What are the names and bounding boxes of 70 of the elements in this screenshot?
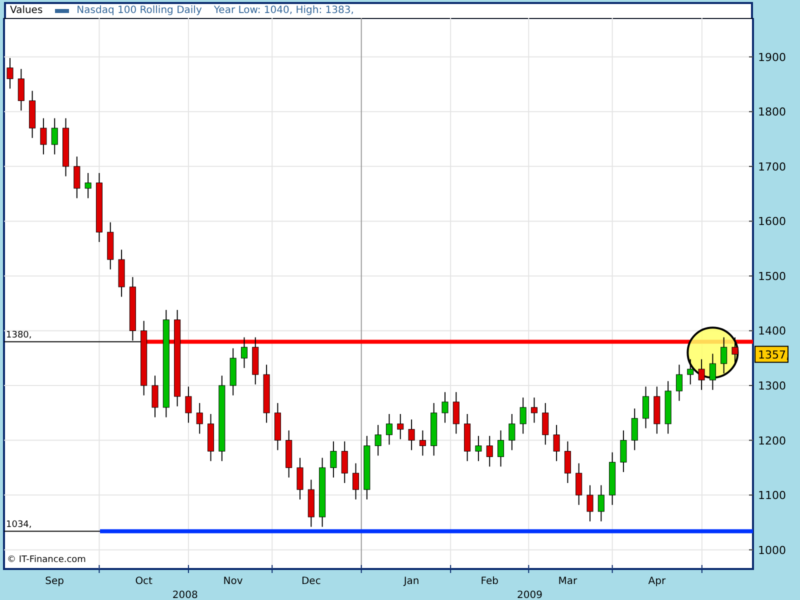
level-label: 1380, bbox=[6, 330, 32, 341]
y-axis-label: 1700 bbox=[758, 160, 786, 174]
candlestick bbox=[542, 402, 549, 446]
legend-swatch bbox=[54, 9, 69, 13]
y-axis-label: 1300 bbox=[758, 380, 786, 393]
candlestick bbox=[419, 430, 426, 456]
candlestick bbox=[553, 424, 560, 462]
candlestick bbox=[576, 462, 582, 506]
candlestick bbox=[564, 440, 571, 484]
y-axis-label: 1100 bbox=[758, 489, 786, 502]
candlestick bbox=[486, 435, 493, 468]
x-axis-label: Apr bbox=[648, 576, 666, 587]
level-label: 1034, bbox=[6, 520, 32, 530]
candlestick bbox=[74, 156, 80, 199]
candlestick bbox=[152, 375, 158, 418]
candlestick bbox=[620, 430, 627, 473]
candlestick bbox=[386, 413, 392, 446]
legend-title: Values bbox=[10, 6, 43, 16]
candlestick bbox=[498, 430, 504, 468]
y-axis-label: 1600 bbox=[758, 215, 786, 228]
candlestick bbox=[475, 435, 482, 462]
candlestick bbox=[732, 336, 738, 365]
candlestick bbox=[296, 457, 304, 500]
candlestick bbox=[530, 397, 538, 424]
y-axis-label: 1900 bbox=[758, 50, 786, 64]
x-axis-label: Feb bbox=[480, 576, 498, 587]
x-axis-label: Sep bbox=[45, 576, 64, 587]
x-axis-label: Oct bbox=[135, 576, 152, 587]
y-axis-label: 1500 bbox=[758, 270, 786, 283]
candlestick bbox=[520, 397, 526, 434]
last-price-tag: 1357, bbox=[754, 346, 790, 363]
candlestick bbox=[598, 484, 604, 522]
candlestick bbox=[452, 392, 460, 434]
candlestick bbox=[720, 336, 728, 374]
candlestick bbox=[442, 392, 448, 424]
candlestick bbox=[508, 413, 516, 451]
x-axis-label: Mar bbox=[558, 576, 578, 587]
y-axis-label: 1400 bbox=[758, 324, 786, 338]
candlestick bbox=[642, 386, 650, 429]
candlestick bbox=[586, 484, 594, 522]
copyright-text: © IT-Finance.com bbox=[7, 555, 86, 565]
candlestick bbox=[341, 440, 348, 484]
candlestick bbox=[196, 402, 203, 434]
candlestick bbox=[240, 336, 248, 368]
candlestick bbox=[687, 358, 694, 385]
year-label: 2008 bbox=[172, 590, 198, 600]
x-axis-label: Jan bbox=[404, 576, 420, 587]
candlestick bbox=[6, 57, 14, 90]
candlestick bbox=[51, 118, 58, 155]
candlestick bbox=[40, 118, 47, 155]
candlestick bbox=[84, 172, 92, 199]
legend-label: Nasdaq 100 Rolling Daily bbox=[76, 6, 202, 16]
y-axis-label: 1000 bbox=[758, 544, 786, 557]
candlestick bbox=[330, 440, 337, 478]
candlestick bbox=[709, 353, 716, 390]
year-label: 2009 bbox=[517, 590, 542, 600]
candlestick bbox=[408, 418, 415, 451]
candlestick bbox=[698, 358, 705, 390]
x-axis-label: Nov bbox=[223, 576, 243, 587]
y-axis-label: 1200 bbox=[758, 434, 786, 448]
candlestick bbox=[397, 413, 404, 440]
candlestick bbox=[374, 424, 382, 456]
candlestick bbox=[18, 68, 24, 112]
candlestick bbox=[352, 462, 360, 500]
x-axis-label: Dec bbox=[301, 576, 321, 587]
y-axis-label: 1800 bbox=[758, 106, 786, 119]
candlestick bbox=[676, 364, 682, 402]
candlestick bbox=[631, 408, 638, 451]
candlestick bbox=[185, 386, 192, 424]
year-range-text: Year Low: 1040, High: 1383, bbox=[214, 6, 354, 16]
